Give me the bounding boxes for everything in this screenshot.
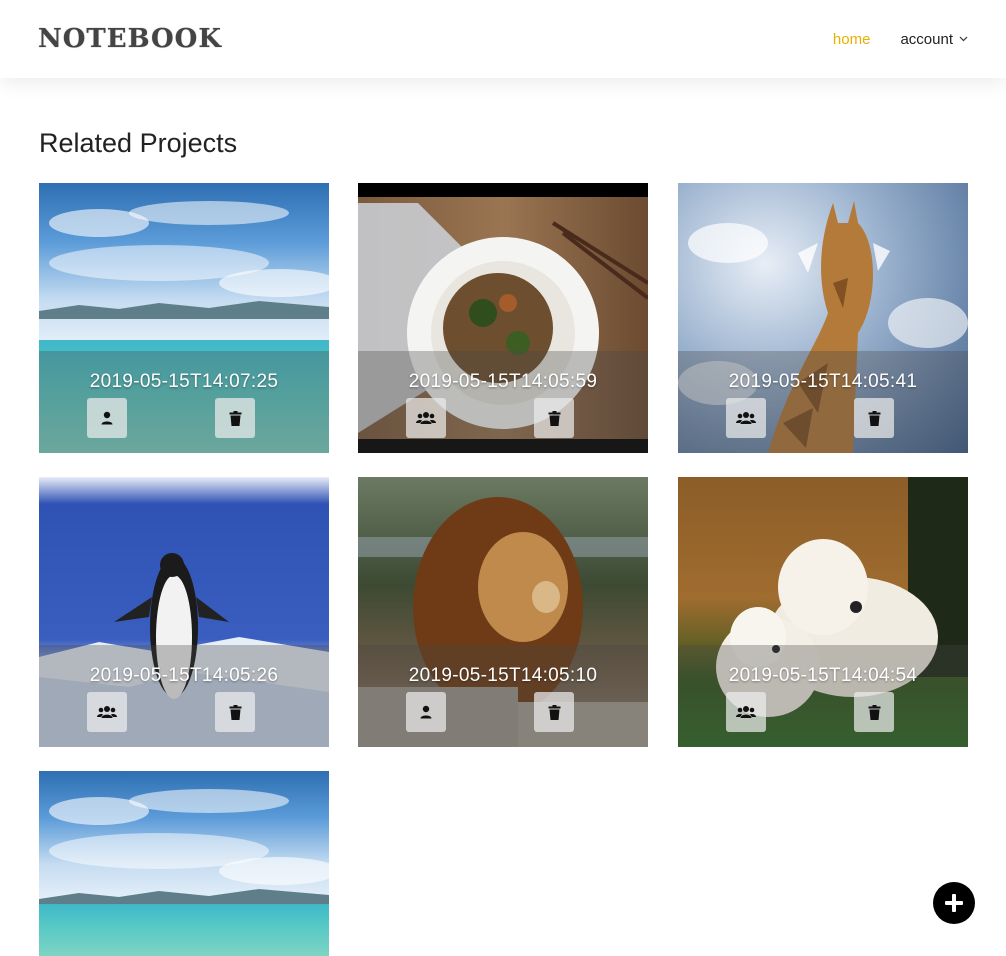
project-thumbnail <box>39 771 329 956</box>
nav-account-label: account <box>900 30 953 48</box>
project-card[interactable]: 2019-05-15T14:07:25 <box>39 183 329 453</box>
top-navbar: NOTEBOOK home account <box>0 0 1006 78</box>
share-button[interactable] <box>406 692 446 732</box>
nav-home-link[interactable]: home <box>833 31 871 48</box>
project-timestamp: 2019-05-15T14:04:54 <box>728 665 918 686</box>
trash-icon <box>548 410 560 426</box>
users-icon <box>416 412 436 424</box>
project-timestamp: 2019-05-15T14:05:10 <box>408 665 598 686</box>
users-icon <box>97 706 117 718</box>
delete-button[interactable] <box>534 692 574 732</box>
user-icon <box>420 705 432 719</box>
project-card[interactable] <box>39 771 329 956</box>
delete-button[interactable] <box>854 692 894 732</box>
user-icon <box>101 411 113 425</box>
project-timestamp: 2019-05-15T14:05:59 <box>408 371 598 392</box>
project-card[interactable]: 2019-05-15T14:05:41 <box>678 183 968 453</box>
trash-icon <box>548 704 560 720</box>
delete-button[interactable] <box>854 398 894 438</box>
main-nav: home account <box>833 31 968 48</box>
share-button[interactable] <box>726 398 766 438</box>
add-project-button[interactable] <box>933 882 975 924</box>
delete-button[interactable] <box>215 398 255 438</box>
nav-account-dropdown[interactable]: account <box>900 31 968 48</box>
share-button[interactable] <box>726 692 766 732</box>
trash-icon <box>868 704 880 720</box>
users-icon <box>736 706 756 718</box>
users-icon <box>736 412 756 424</box>
projects-grid: 2019-05-15T14:07:25 2019-05-15T14:05:59 … <box>0 0 1006 956</box>
project-card[interactable]: 2019-05-15T14:05:59 <box>358 183 648 453</box>
project-card[interactable]: 2019-05-15T14:04:54 <box>678 477 968 747</box>
share-button[interactable] <box>87 398 127 438</box>
plus-icon <box>945 894 963 912</box>
project-timestamp: 2019-05-15T14:05:41 <box>728 371 918 392</box>
delete-button[interactable] <box>534 398 574 438</box>
project-timestamp: 2019-05-15T14:05:26 <box>89 665 279 686</box>
project-card[interactable]: 2019-05-15T14:05:26 <box>39 477 329 747</box>
trash-icon <box>229 704 241 720</box>
share-button[interactable] <box>87 692 127 732</box>
share-button[interactable] <box>406 398 446 438</box>
app-logo[interactable]: NOTEBOOK <box>38 24 222 54</box>
chevron-down-icon <box>959 34 968 45</box>
project-card[interactable]: 2019-05-15T14:05:10 <box>358 477 648 747</box>
delete-button[interactable] <box>215 692 255 732</box>
trash-icon <box>868 410 880 426</box>
trash-icon <box>229 410 241 426</box>
project-timestamp: 2019-05-15T14:07:25 <box>89 371 279 392</box>
